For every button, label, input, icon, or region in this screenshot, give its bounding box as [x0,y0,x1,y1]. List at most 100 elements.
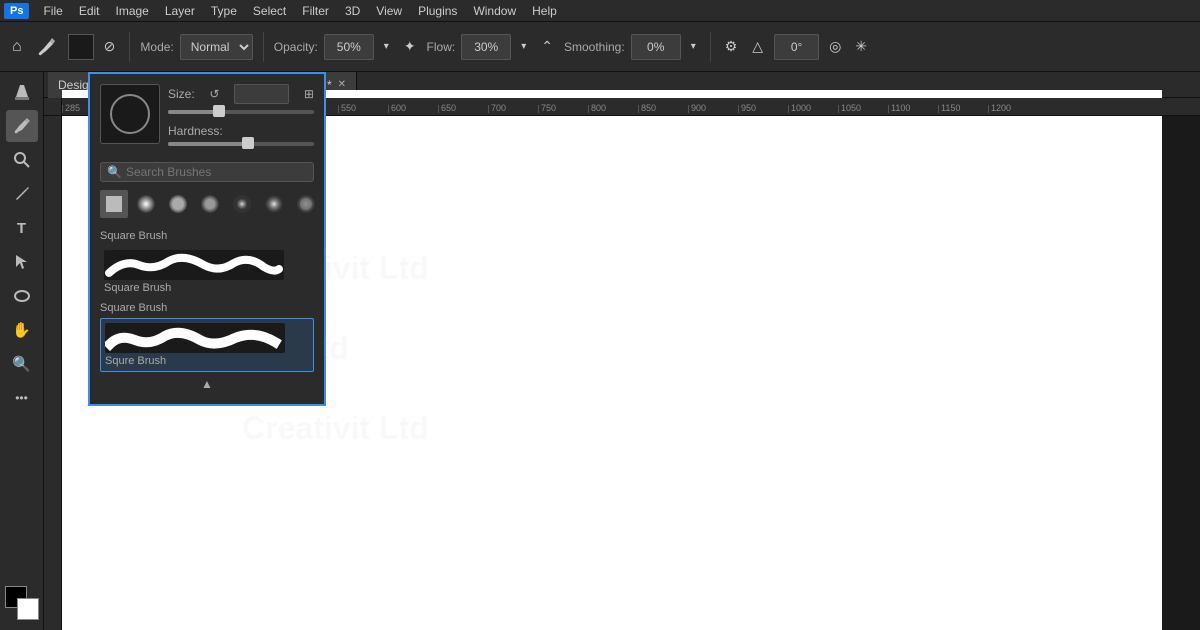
tool-hand[interactable]: ✋ [6,314,38,346]
size-label: Size: [168,87,195,101]
brush-item-1[interactable]: Square Brush [100,246,314,298]
erase-button[interactable]: ⊘ [100,34,120,59]
size-reset-button[interactable]: ↺ [209,87,219,101]
ruler-tick: 1150 [938,105,988,113]
ruler-tick: 850 [638,105,688,113]
menu-3d[interactable]: 3D [337,2,368,20]
tool-zoom[interactable] [6,144,38,176]
tool-more[interactable]: ••• [6,382,38,414]
size-input[interactable]: 50 px [234,84,289,104]
mode-dropdown[interactable]: Normal [180,34,253,60]
settings-button[interactable]: ⚙ [721,34,742,59]
color-swatches[interactable] [3,584,41,622]
tool-ellipse[interactable] [6,280,38,312]
brush-group-label-2: Square Brush [100,302,314,314]
main-area: T ✋ 🔍 ••• Design 4 PSD.psd @ 100% (Backg… [0,72,1200,630]
home-button[interactable]: ⌂ [8,34,26,60]
menu-view[interactable]: View [368,2,410,20]
hardness-slider-thumb[interactable] [242,137,254,149]
smoothing-icon[interactable]: ⌃ [536,35,558,58]
tool-brush[interactable] [6,110,38,142]
menu-file[interactable]: File [35,2,70,20]
ruler-corner [44,98,62,116]
menu-edit[interactable]: Edit [71,2,108,20]
menu-plugins[interactable]: Plugins [410,2,465,20]
brush-search-input[interactable] [126,165,307,179]
brush-type-square[interactable] [100,190,128,218]
ruler-tick: 750 [538,105,588,113]
flow-input[interactable] [461,34,511,60]
opacity-label: Opacity: [274,40,318,54]
brush-type-3[interactable] [196,190,224,218]
size-row: Size: ↺ 50 px ⊞ [168,84,314,104]
ps-logo: Ps [4,3,29,19]
ruler-tick: 1100 [888,105,938,113]
airbrush-icon[interactable]: ✦ [399,35,421,58]
ruler-tick: 700 [488,105,538,113]
menu-bar: Ps File Edit Image Layer Type Select Fil… [0,0,1200,22]
menu-window[interactable]: Window [465,2,524,20]
flow-label: Flow: [427,40,456,54]
ruler-tick: 600 [388,105,438,113]
menu-image[interactable]: Image [108,2,157,20]
menu-select[interactable]: Select [245,2,294,20]
ruler-tick: 1000 [788,105,838,113]
smoothing-label: Smoothing: [564,40,625,54]
smoothing-arrow[interactable]: ▾ [687,37,700,56]
left-tool-panel: T ✋ 🔍 ••• [0,72,44,630]
menu-help[interactable]: Help [524,2,565,20]
tool-pencil[interactable] [6,178,38,210]
size-slider-thumb[interactable] [213,105,225,117]
smoothing-input[interactable] [631,34,681,60]
brush-type-6[interactable] [292,190,320,218]
tool-text[interactable]: T [6,212,38,244]
toolbar: ⌂ ⊘ Mode: Normal Opacity: ▾ ✦ Flow: ▾ ⌃ … [0,22,1200,72]
menu-filter[interactable]: Filter [294,2,337,20]
background-swatch[interactable] [17,598,39,620]
tool-fill[interactable] [6,76,38,108]
tool-zoom2[interactable]: 🔍 [6,348,38,380]
ruler-tick: 900 [688,105,738,113]
search-icon: 🔍 [107,165,122,179]
brush-name-2: Squre Brush [105,355,309,367]
ruler-tick: 650 [438,105,488,113]
brush-group-label-1: Square Brush [100,230,314,242]
canvas-area: Design 4 PSD.psd @ 100% (Background, RGB… [44,72,1200,630]
separator-1 [129,32,130,62]
angle-input[interactable] [774,34,819,60]
hardness-slider[interactable] [168,142,314,146]
ruler-tick: 800 [588,105,638,113]
brush-panel: Size: ↺ 50 px ⊞ Hardness: [88,72,326,406]
tab-close-button[interactable]: ✕ [338,79,346,90]
size-extra-button[interactable]: ⊞ [304,87,314,101]
opacity-arrow[interactable]: ▾ [380,37,393,56]
brush-circle [110,94,150,134]
size-slider-fill [168,110,219,114]
hardness-label: Hardness: [168,124,314,138]
brush-type-4[interactable] [228,190,256,218]
angle-icon[interactable]: △ [747,35,768,58]
ruler-vertical [44,116,62,630]
menu-layer[interactable]: Layer [157,2,203,20]
brush-item-2[interactable]: Squre Brush [100,318,314,372]
target-button[interactable]: ◎ [825,34,845,59]
tool-select[interactable] [6,246,38,278]
ruler-tick: 950 [738,105,788,113]
brush-icon [36,36,58,58]
menu-type[interactable]: Type [203,2,245,20]
brush-type-round-soft[interactable] [132,190,160,218]
brush-type-5[interactable] [260,190,288,218]
brush-list: Square Brush Square Brush Square Brush [100,226,314,374]
brush-preview-img-1 [104,250,284,280]
ruler-tick: 1200 [988,105,1038,113]
ruler-tick: 285 [62,105,88,113]
brush-type-round-hard[interactable] [164,190,192,218]
brush-tool-button[interactable] [32,32,62,62]
symmetry-button[interactable]: ✳ [851,34,871,59]
opacity-input[interactable] [324,34,374,60]
size-slider[interactable] [168,110,314,114]
color-swatch[interactable] [68,34,94,60]
flow-arrow[interactable]: ▾ [517,37,530,56]
brush-scroll-up[interactable]: ▲ [100,374,314,394]
mode-label: Mode: [140,40,173,54]
